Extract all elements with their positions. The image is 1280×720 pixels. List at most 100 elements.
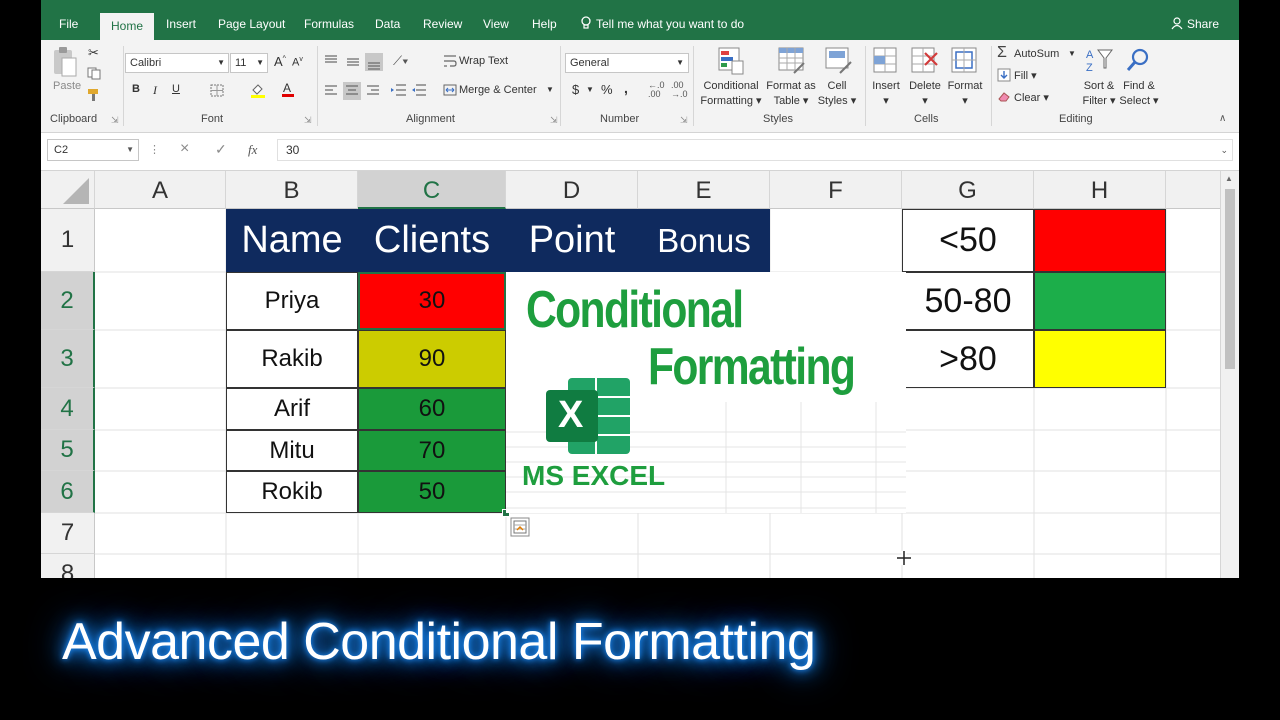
name-cell[interactable]: Priya [226, 272, 358, 330]
format-painter-icon[interactable] [87, 88, 103, 102]
sort-filter-icon[interactable]: AZ [1085, 46, 1113, 74]
conditional-formatting-button[interactable]: Conditional Formatting ▾ [697, 79, 765, 109]
bold-button[interactable]: B [132, 83, 140, 95]
row-header-1[interactable]: 1 [41, 209, 95, 272]
tab-file[interactable]: File [59, 8, 78, 40]
name-box[interactable]: C2 ▼ [47, 139, 139, 161]
col-header-c[interactable]: C [358, 171, 506, 209]
tab-formulas[interactable]: Formulas [304, 8, 354, 40]
copy-icon[interactable] [87, 67, 101, 80]
merge-center-button[interactable]: Merge & Center [459, 84, 537, 96]
autosum-icon[interactable]: Σ [997, 44, 1007, 62]
tab-insert[interactable]: Insert [166, 8, 196, 40]
merge-center-icon[interactable] [443, 83, 457, 97]
font-name-select[interactable]: Calibri ▼ [125, 53, 229, 73]
col-header-d[interactable]: D [506, 171, 638, 209]
row-header-4[interactable]: 4 [41, 388, 95, 430]
tab-home[interactable]: Home [100, 13, 155, 40]
legend-color-yellow[interactable] [1034, 330, 1166, 388]
point-cell[interactable]: 60 [358, 388, 506, 430]
clipboard-launcher-icon[interactable]: ⇲ [111, 115, 119, 126]
header-name[interactable]: Name [226, 209, 358, 272]
sort-filter-button[interactable]: Sort & Filter ▾ [1079, 79, 1119, 109]
legend-color-green[interactable] [1034, 272, 1166, 330]
underline-button[interactable]: U [172, 83, 180, 95]
legend-color-red[interactable] [1034, 209, 1166, 272]
format-cells-icon[interactable] [951, 47, 979, 75]
name-cell[interactable]: Arif [226, 388, 358, 430]
enter-icon[interactable]: ✓ [215, 141, 227, 158]
insert-cells-icon[interactable] [873, 47, 899, 75]
scroll-up-icon[interactable]: ▲ [1225, 174, 1233, 183]
tab-page-layout[interactable]: Page Layout [218, 8, 285, 40]
insert-cells-button[interactable]: Insert ▾ [869, 79, 903, 109]
format-as-table-button[interactable]: Format as Table ▾ [761, 79, 821, 109]
tab-help[interactable]: Help [532, 8, 557, 40]
orientation-icon[interactable]: ⟋▾ [393, 53, 408, 69]
point-cell-selected[interactable]: 30 [358, 272, 506, 330]
delete-cells-button[interactable]: Delete ▾ [905, 79, 945, 109]
row-header-2[interactable]: 2 [41, 272, 95, 330]
name-cell[interactable]: Mitu [226, 430, 358, 471]
fill-color-icon[interactable] [250, 82, 266, 98]
point-cell[interactable]: 50 [358, 471, 506, 513]
delete-cells-icon[interactable] [911, 47, 939, 75]
grow-font-button[interactable]: A^ [274, 54, 286, 69]
conditional-formatting-icon[interactable] [718, 47, 744, 75]
formula-input[interactable]: 30 ⌄ [277, 139, 1233, 161]
header-point[interactable]: Point [506, 209, 638, 272]
cell-styles-button[interactable]: Cell Styles ▾ [813, 79, 861, 109]
select-all-corner[interactable] [41, 171, 95, 209]
col-header-e[interactable]: E [638, 171, 770, 209]
tab-view[interactable]: View [483, 8, 509, 40]
header-bonus[interactable]: Bonus [638, 209, 770, 272]
font-size-select[interactable]: 11 ▼ [230, 53, 268, 73]
shrink-font-button[interactable]: Av [292, 56, 303, 69]
indent-icons[interactable] [390, 82, 430, 98]
cancel-icon[interactable]: × [180, 140, 189, 158]
find-select-icon[interactable] [1126, 47, 1152, 73]
find-select-button[interactable]: Find & Select ▾ [1117, 79, 1161, 109]
row-header-8[interactable]: 8 [41, 554, 95, 578]
decrease-decimal-icon[interactable]: .00 →.0 [671, 81, 688, 99]
font-launcher-icon[interactable]: ⇲ [304, 115, 312, 126]
legend-label[interactable]: <50 [902, 209, 1034, 272]
vertical-scrollbar[interactable]: ▲ [1220, 171, 1239, 578]
clear-button[interactable]: Clear ▾ [1014, 91, 1049, 104]
wrap-text-button[interactable]: Wrap Text [459, 55, 508, 67]
clear-icon[interactable] [997, 90, 1011, 102]
comma-button[interactable]: , [624, 80, 628, 96]
point-cell[interactable]: 70 [358, 430, 506, 471]
percent-button[interactable]: % [601, 82, 613, 97]
autosum-button[interactable]: AutoSum [1014, 48, 1059, 60]
scrollbar-thumb[interactable] [1225, 189, 1235, 369]
quick-analysis-icon[interactable] [510, 517, 530, 537]
alignment-launcher-icon[interactable]: ⇲ [550, 115, 558, 126]
legend-label[interactable]: >80 [902, 330, 1034, 388]
borders-icon[interactable] [210, 84, 224, 97]
legend-label[interactable]: 50-80 [902, 272, 1034, 330]
tab-review[interactable]: Review [423, 8, 462, 40]
row-header-3[interactable]: 3 [41, 330, 95, 388]
collapse-ribbon-icon[interactable]: ∧ [1219, 113, 1226, 124]
fill-button[interactable]: Fill ▾ [1014, 69, 1037, 82]
tab-data[interactable]: Data [375, 8, 400, 40]
cut-icon[interactable]: ✂ [88, 45, 99, 61]
format-as-table-icon[interactable] [778, 47, 806, 75]
currency-button[interactable]: $ [572, 82, 579, 97]
insert-function-icon[interactable]: fx [248, 142, 257, 158]
col-header-h[interactable]: H [1034, 171, 1166, 209]
col-header-f[interactable]: F [770, 171, 902, 209]
paste-icon[interactable] [52, 46, 78, 78]
col-header-b[interactable]: B [226, 171, 358, 209]
italic-button[interactable]: I [153, 83, 157, 98]
row-header-5[interactable]: 5 [41, 430, 95, 471]
number-format-select[interactable]: General ▼ [565, 53, 689, 73]
cell-styles-icon[interactable] [825, 47, 853, 75]
number-launcher-icon[interactable]: ⇲ [680, 115, 688, 126]
name-cell[interactable]: Rakib [226, 330, 358, 388]
font-color-icon[interactable]: A [282, 81, 294, 97]
tell-me-box[interactable]: Tell me what you want to do [580, 8, 744, 40]
row-header-6[interactable]: 6 [41, 471, 95, 513]
header-clients[interactable]: Clients [358, 209, 506, 272]
